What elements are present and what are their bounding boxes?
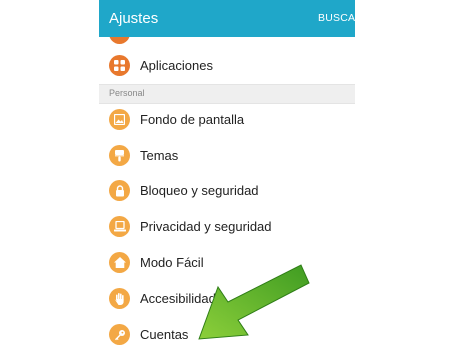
green-arrow-icon bbox=[198, 264, 310, 340]
